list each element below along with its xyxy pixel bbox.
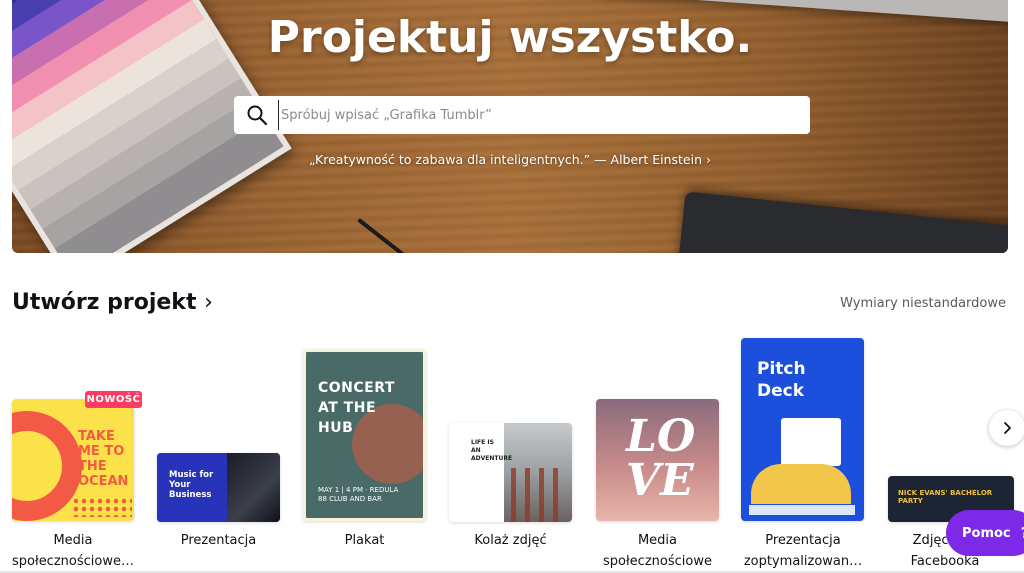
section-title-text: Utwórz projekt [12,290,197,315]
help-button[interactable]: Pomoc ? [946,510,1024,556]
card-preview-text: Pitch Deck [757,359,806,401]
search-icon [246,104,268,126]
card-label[interactable]: Prezentacja zoptymalizowan… [734,530,872,572]
question-icon: ? [1021,524,1024,542]
quote-link[interactable]: „Kreatywność to zabawa dla inteligentnyc… [12,152,1008,167]
card-label[interactable]: Media społecznościowe [592,530,723,572]
chevron-right-icon [1004,422,1011,434]
people-graphic [751,464,851,504]
pen-decoration [357,217,407,253]
card-label[interactable]: Plakat [303,530,426,551]
search-input[interactable] [278,100,798,130]
card-preview-text: LOVE [626,411,696,506]
hero-title: Projektuj wszystko. [267,12,753,63]
card-preview-text: NICK EVANS' BACHELOR PARTY [898,489,993,505]
page: Projektuj wszystko. „Kreatywność to zaba… [0,0,1024,573]
design-card-social-media-new[interactable]: TAKE ME TO THE OCEAN [12,399,134,521]
card-preview-text: CONCERT AT THE HUB [318,380,395,436]
design-card-social-media[interactable]: LOVE [596,399,719,521]
keyboard-decoration [676,191,1008,253]
carousel-next-button[interactable] [989,410,1024,446]
chevron-right-icon: › [204,290,213,315]
card-preview-text: Music for Your Business [169,470,214,500]
bridge-graphic [511,468,561,522]
dots-pattern [72,497,132,517]
hero-banner: Projektuj wszystko. „Kreatywność to zaba… [12,0,1008,253]
card-preview-subtext: MAY 1 | 4 PM · REDULA 88 CLUB AND BAR [318,486,399,503]
design-card-photo-collage[interactable]: LIFE IS AN ADVENTURE [449,423,572,522]
card-label[interactable]: Prezentacja [157,530,280,551]
help-label: Pomoc [962,525,1011,541]
design-card-poster[interactable]: CONCERT AT THE HUB MAY 1 | 4 PM · REDULA… [303,349,426,521]
custom-size-link[interactable]: Wymiary niestandardowe [840,296,1006,311]
chart-board-graphic [781,418,841,466]
section-title[interactable]: Utwórz projekt › [12,290,213,315]
search-bar[interactable] [234,96,810,134]
card-label[interactable]: Kolaż zdjęć [449,530,572,551]
card-label[interactable]: Media społecznościowe… [0,530,146,572]
design-card-presentation[interactable]: Music for Your Business [157,453,280,522]
card-preview-text: LIFE IS AN ADVENTURE [471,439,513,462]
design-card-mobile-presentation[interactable]: Pitch Deck [741,338,864,521]
card-preview-text: TAKE ME TO THE OCEAN [78,429,129,489]
card-photo [227,453,280,522]
footer-bar-graphic [749,505,855,515]
new-badge: NOWOŚĆ [85,391,142,408]
